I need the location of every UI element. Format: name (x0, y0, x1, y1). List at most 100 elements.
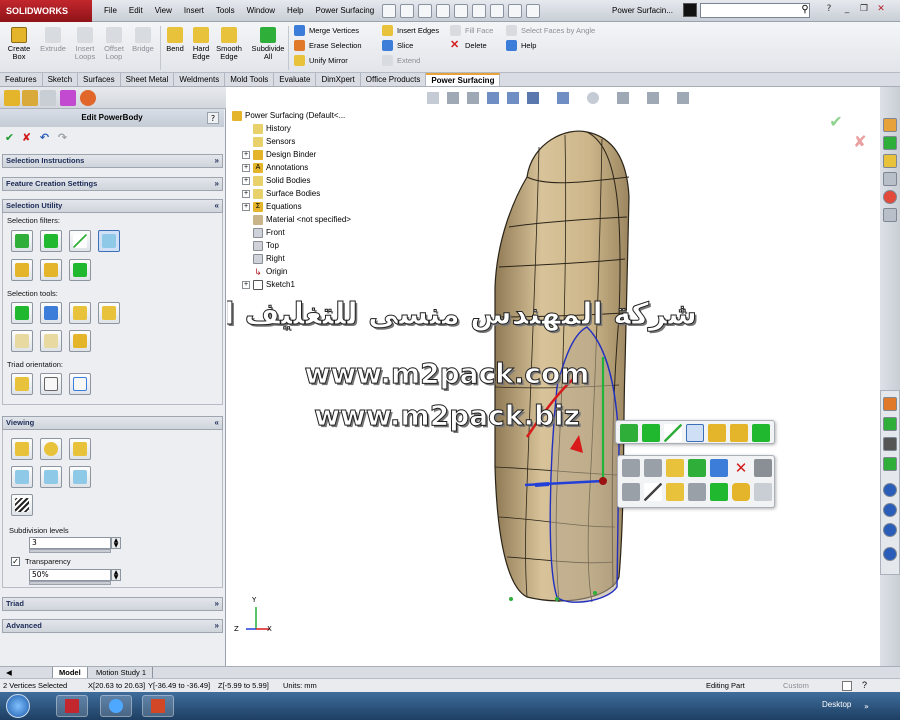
draw-icon[interactable] (883, 547, 897, 561)
help-question-icon[interactable]: ? (862, 679, 867, 692)
menu-insert[interactable]: Insert (178, 0, 210, 22)
insert-loops-icon[interactable] (644, 459, 662, 477)
section-feature-creation-settings[interactable]: Feature Creation Settings» (2, 177, 223, 191)
menu-tools[interactable]: Tools (210, 0, 241, 22)
section-selection-instructions[interactable]: Selection Instructions» (2, 154, 223, 168)
menu-power-surfacing[interactable]: Power Surfacing (310, 0, 381, 22)
taskbar-solidworks-icon[interactable] (56, 695, 88, 717)
new-document-icon[interactable] (400, 4, 415, 18)
filter-edge-button[interactable] (69, 230, 91, 252)
select-connected-button[interactable] (40, 302, 62, 324)
triad-normal-button[interactable] (69, 373, 91, 395)
section-viewing[interactable]: Viewing « (2, 416, 223, 430)
subdivision-levels-input[interactable]: 3 (29, 537, 111, 549)
undo-icon[interactable] (472, 4, 487, 18)
face-select-icon[interactable] (642, 424, 660, 442)
view-wire2-button[interactable] (40, 466, 62, 488)
section-selection-utility[interactable]: Selection Utility « (2, 199, 223, 213)
smooth-edge-button[interactable]: Smooth Edge (212, 25, 246, 71)
menu-file[interactable]: File (98, 0, 123, 22)
pause-icon[interactable] (883, 483, 897, 497)
hard-edge-icon[interactable] (666, 483, 684, 501)
transparency-checkbox[interactable]: ✓ (11, 557, 20, 566)
tab-dimxpert[interactable]: DimXpert (316, 73, 361, 86)
loop-select-icon[interactable] (708, 424, 726, 442)
subdivision-stepper[interactable]: ▲ ▼ (111, 537, 121, 549)
record-icon[interactable] (883, 523, 897, 537)
help-question-icon[interactable]: ? (207, 112, 219, 124)
vertex-select-icon[interactable] (620, 424, 638, 442)
bend-icon[interactable] (666, 459, 684, 477)
insert-edges-button[interactable]: Insert Edges (382, 23, 448, 38)
menu-window[interactable]: Window (241, 0, 281, 22)
command-prompt-icon[interactable] (683, 3, 697, 17)
redo-icon[interactable]: ↷ (56, 131, 69, 144)
options-icon[interactable] (526, 4, 541, 18)
tab-weldments[interactable]: Weldments (174, 73, 226, 86)
extrude-button[interactable]: Extrude (36, 25, 70, 71)
tab-evaluate[interactable]: Evaluate (274, 73, 317, 86)
tab-features[interactable]: Features (0, 73, 43, 86)
subdivide-icon[interactable] (710, 483, 728, 501)
help-button[interactable]: Help (506, 38, 606, 53)
shrink-vertical-button[interactable] (11, 330, 33, 352)
appearances-icon[interactable] (883, 190, 897, 204)
help-question-icon[interactable]: ? (822, 3, 836, 17)
search-input[interactable] (700, 3, 810, 18)
tab-sketch[interactable]: Sketch (43, 73, 79, 86)
merge-vertices-button[interactable]: Merge Vertices (294, 23, 374, 38)
fill-face-icon[interactable] (754, 459, 772, 477)
custom-properties-icon[interactable] (883, 208, 897, 222)
section-triad[interactable]: Triad» (2, 597, 223, 611)
grow-select-icon[interactable] (752, 424, 770, 442)
extend-icon[interactable] (754, 483, 772, 501)
restore-icon[interactable]: ❐ (857, 3, 871, 17)
tab-surfaces[interactable]: Surfaces (78, 73, 121, 86)
select-all-button[interactable] (11, 302, 33, 324)
tab-office-products[interactable]: Office Products (361, 73, 427, 86)
filter-vertex-button[interactable] (11, 230, 33, 252)
points-select-icon[interactable] (686, 424, 704, 442)
feature-tree-icon[interactable] (4, 90, 20, 106)
resources-icon[interactable] (883, 118, 897, 132)
configuration-icon[interactable] (40, 90, 56, 106)
screen-icon[interactable] (883, 457, 897, 471)
solidworks-logo[interactable]: SOLIDWORKS (0, 0, 92, 22)
undo-icon[interactable]: ↶ (38, 131, 51, 144)
extend-button[interactable]: Extend (382, 53, 448, 68)
file-explorer-icon[interactable] (883, 154, 897, 168)
status-custom[interactable]: Custom (783, 679, 809, 692)
select-ring-button[interactable] (40, 259, 62, 281)
save-icon[interactable] (436, 4, 451, 18)
taskbar-chevron-icon[interactable]: » (864, 702, 869, 711)
dimxpert-icon[interactable] (60, 90, 76, 106)
section-advanced[interactable]: Advanced» (2, 619, 223, 633)
delete-x-icon[interactable]: ✕ (732, 459, 750, 477)
edge-select-icon[interactable] (664, 424, 682, 442)
graphics-area[interactable]: Power Surfacing (Default<... History Sen… (227, 87, 880, 666)
tab-mold-tools[interactable]: Mold Tools (225, 73, 275, 86)
subdivision-slider[interactable] (29, 549, 111, 553)
slice-icon[interactable] (710, 459, 728, 477)
minimize-icon[interactable]: _ (840, 3, 854, 17)
design-library-icon[interactable] (883, 136, 897, 150)
filter-face-button[interactable] (40, 230, 62, 252)
pin-icon[interactable] (382, 4, 397, 18)
insert-edge-icon[interactable] (644, 483, 662, 501)
filter-points-button[interactable] (98, 230, 120, 252)
unify-mirror-button[interactable]: Unify Mirror (294, 53, 374, 68)
select-loop-button[interactable] (11, 259, 33, 281)
print-icon[interactable] (454, 4, 469, 18)
property-manager-icon[interactable] (22, 90, 38, 106)
subdivide-all-button[interactable]: Subdivide All (251, 25, 285, 71)
triad-local-button[interactable] (40, 373, 62, 395)
merge-icon[interactable] (688, 459, 706, 477)
tool-icon[interactable] (883, 397, 897, 411)
search-icon[interactable]: ⚲ (798, 3, 812, 18)
bridge-button[interactable]: Bridge (126, 25, 160, 71)
create-box-button[interactable]: Create Box (2, 25, 36, 71)
tab-sheet-metal[interactable]: Sheet Metal (121, 73, 175, 86)
rebuild-status-icon[interactable] (842, 681, 852, 691)
start-button[interactable] (6, 694, 30, 718)
select-invert-button[interactable] (98, 302, 120, 324)
